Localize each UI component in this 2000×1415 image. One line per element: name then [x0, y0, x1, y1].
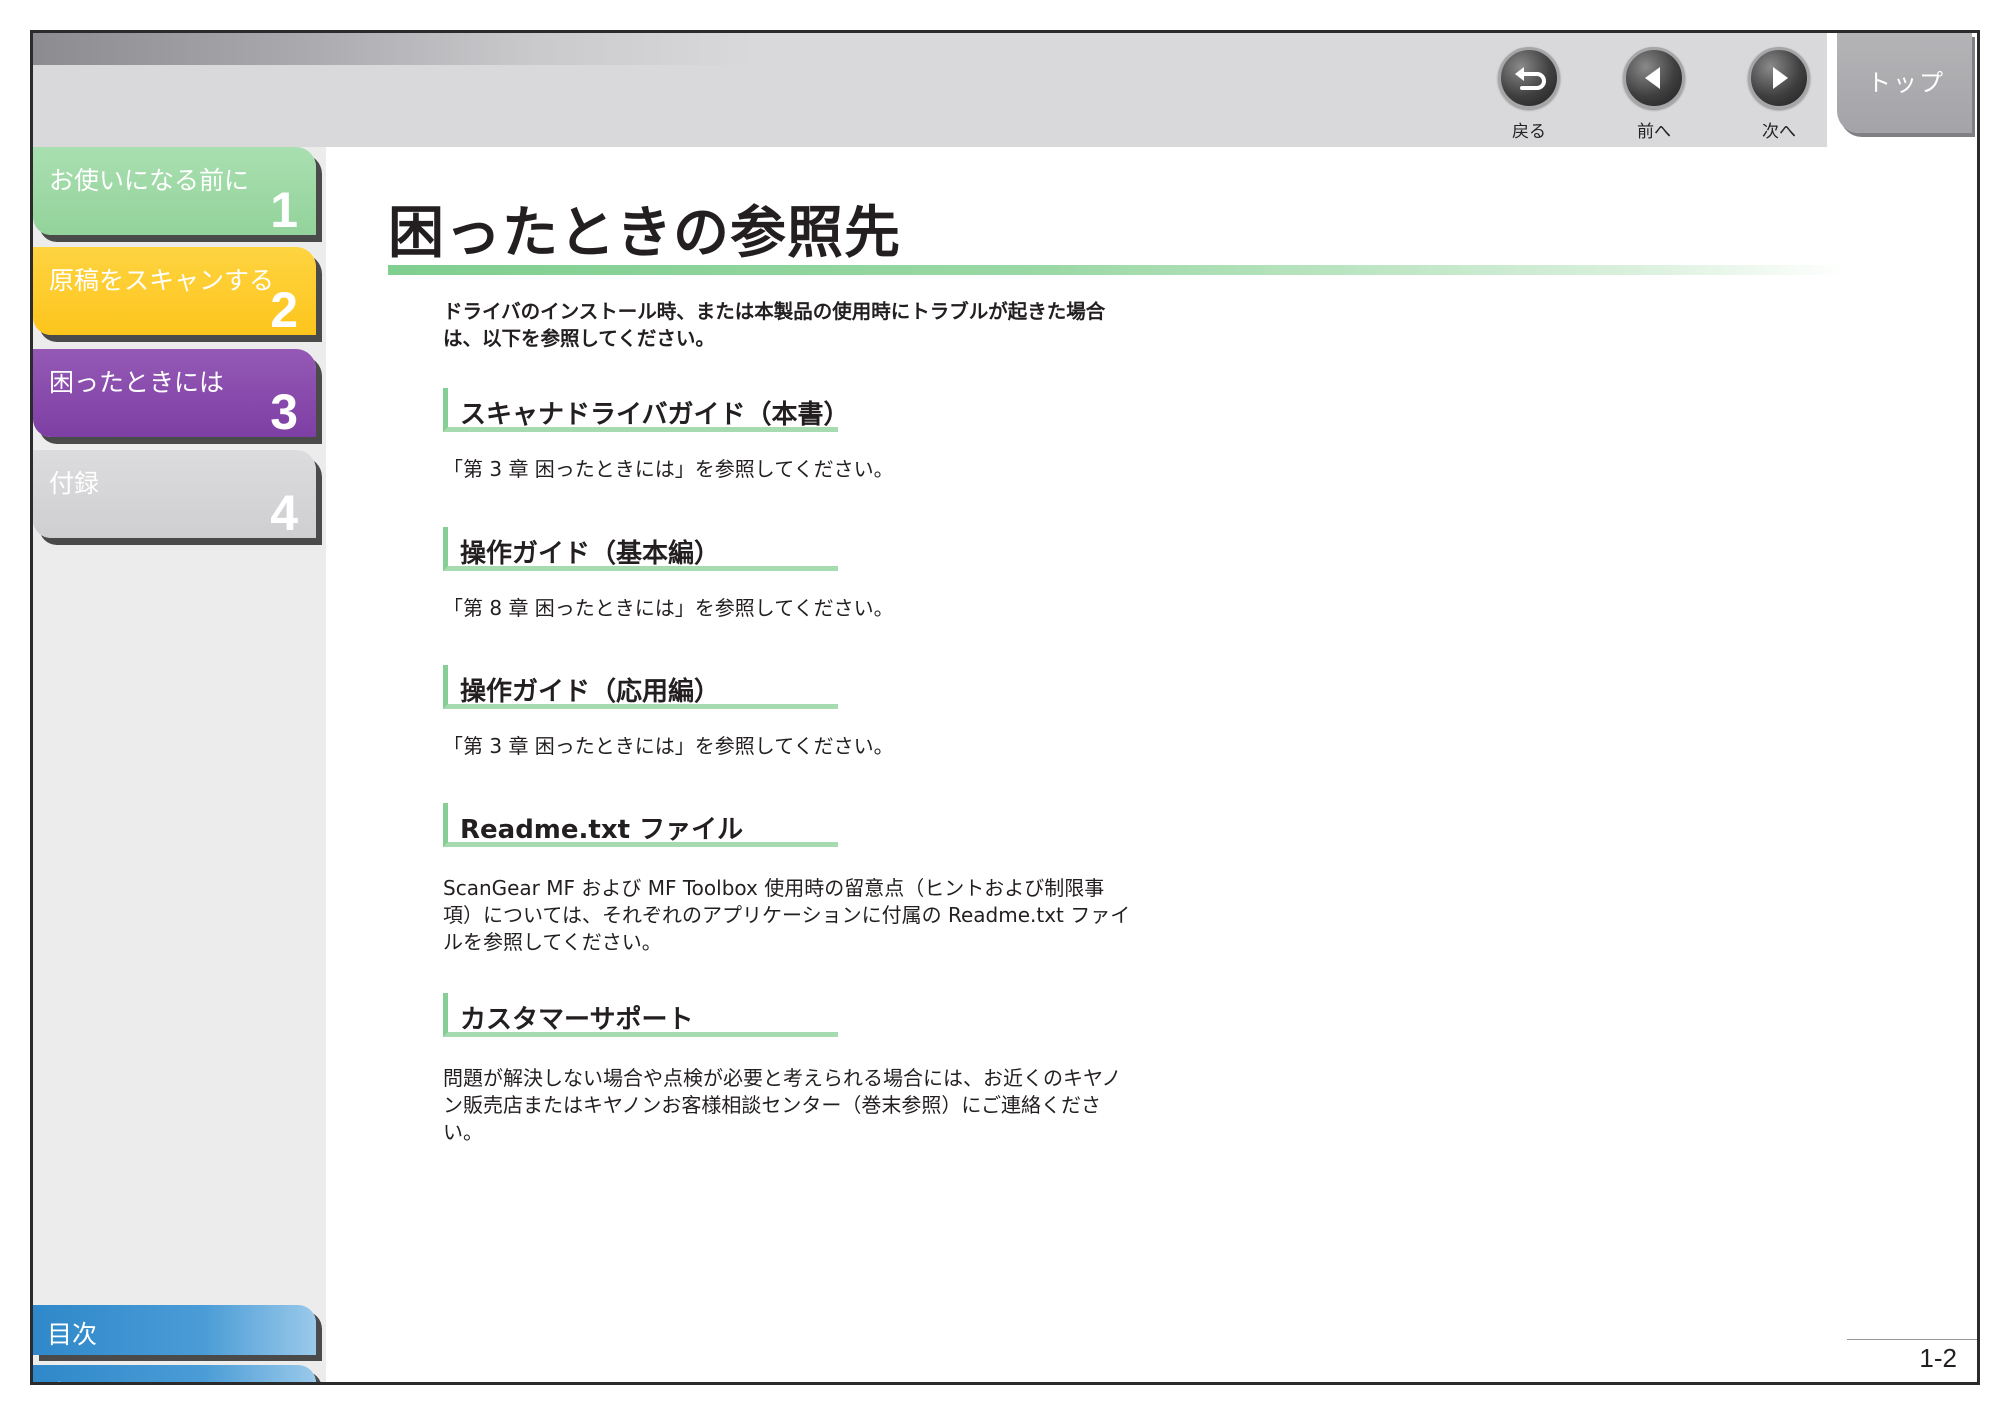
chapter-number: 4: [270, 485, 298, 541]
section-text: 「第 3 章 困ったときには」を参照してください。: [443, 734, 894, 758]
chapter-label: お使いになる前に: [49, 166, 250, 195]
section-text: 問題が解決しない場合や点検が必要と考えられる場合には、お近くのキヤノン販売店また…: [443, 1066, 1122, 1144]
section-text: ScanGear MF および MF Toolbox 使用時の留意点（ヒントおよ…: [443, 876, 1131, 954]
top-label: トップ: [1867, 69, 1945, 97]
next-label: 次へ: [1762, 122, 1796, 142]
chapter-tab-3[interactable]: 困ったときには 3: [33, 349, 316, 437]
sidebar: お使いになる前に 1 原稿をスキャンする 2 困ったときには 3 付録 4 目次…: [33, 147, 326, 1382]
page-number-rule: [1847, 1339, 1977, 1340]
section-heading-text: Readme.txt ファイル: [460, 815, 744, 845]
back-arrow-icon: [1498, 47, 1560, 109]
chapter-number: 2: [270, 282, 298, 338]
contents-label: 目次: [47, 1320, 98, 1349]
index-label: 索引: [47, 1375, 97, 1382]
back-label: 戻る: [1512, 122, 1546, 142]
contents-button[interactable]: 目次: [33, 1305, 316, 1355]
chapter-number: 1: [270, 182, 298, 238]
top-button[interactable]: トップ: [1837, 33, 1972, 133]
section-heading-text: 操作ガイド（応用編）: [460, 677, 721, 707]
back-button[interactable]: 戻る: [1489, 47, 1569, 143]
page-title: 困ったときの参照先: [388, 201, 901, 266]
section-heading-text: スキャナドライバガイド（本書）: [460, 400, 850, 430]
chapter-label: 困ったときには: [49, 368, 225, 397]
section-heading: 操作ガイド（応用編）: [443, 665, 838, 709]
chapter-tab-4[interactable]: 付録 4: [33, 450, 316, 538]
intro-text: ドライバのインストール時、または本製品の使用時にトラブルが起きた場合は、以下を参…: [443, 300, 1106, 350]
section-text: 「第 3 章 困ったときには」を参照してください。: [443, 457, 894, 481]
prev-button[interactable]: 前へ: [1614, 47, 1694, 143]
section-text: 「第 8 章 困ったときには」を参照してください。: [443, 596, 894, 620]
section-heading: カスタマーサポート: [443, 993, 838, 1037]
header-bar: 戻る 前へ 次へ: [33, 33, 1833, 147]
chapter-label: 原稿をスキャンする: [49, 266, 275, 295]
section-heading-text: 操作ガイド（基本編）: [460, 539, 721, 569]
chapter-tab-2[interactable]: 原稿をスキャンする 2: [33, 247, 316, 335]
title-underline: [388, 265, 1848, 275]
header-stripe: [33, 33, 753, 65]
section-heading: 操作ガイド（基本編）: [443, 527, 838, 571]
page-number: 1-2: [1919, 1343, 1957, 1373]
triangle-left-icon: [1623, 47, 1685, 109]
section-heading-text: カスタマーサポート: [460, 1005, 694, 1035]
section-heading: スキャナドライバガイド（本書）: [443, 388, 849, 432]
next-button[interactable]: 次へ: [1739, 47, 1819, 143]
chapter-number: 3: [270, 384, 298, 440]
triangle-right-icon: [1748, 47, 1810, 109]
chapter-label: 付録: [49, 469, 100, 498]
page-frame: 戻る 前へ 次へ トップ お使いになる前に 1 原稿をスキャンする 2 困ったと…: [30, 30, 1980, 1385]
prev-label: 前へ: [1637, 122, 1671, 142]
index-button[interactable]: 索引: [33, 1365, 316, 1382]
section-heading: Readme.txt ファイル: [443, 803, 838, 847]
chapter-tab-1[interactable]: お使いになる前に 1: [33, 147, 316, 235]
